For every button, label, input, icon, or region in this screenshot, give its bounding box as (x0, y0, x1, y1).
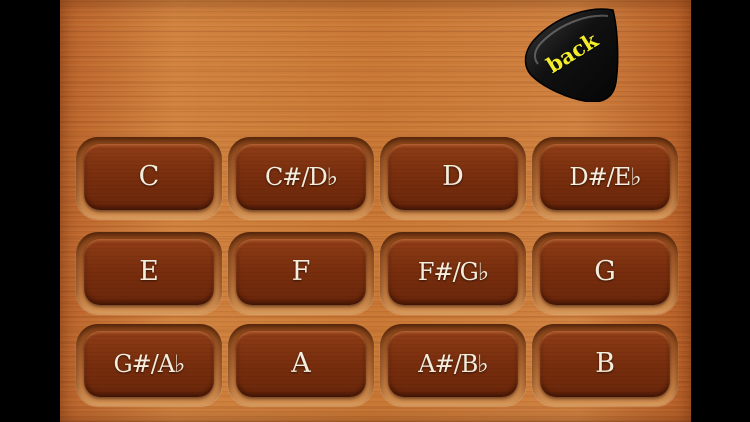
note-key-f-sharp-g-flat[interactable]: F#/G♭ (380, 232, 526, 314)
note-label: D (442, 161, 464, 192)
note-key-a[interactable]: A (228, 324, 374, 406)
wood-panel: back C C#/D♭ D D#/E♭ E F F#/G♭ G G#/A♭ A… (60, 0, 691, 422)
note-key-g[interactable]: G (532, 232, 678, 314)
note-label: A#/B♭ (418, 350, 488, 378)
note-key-g-sharp-a-flat[interactable]: G#/A♭ (76, 324, 222, 406)
note-key-e[interactable]: E (76, 232, 222, 314)
note-key-f[interactable]: F (228, 232, 374, 314)
note-label: G#/A♭ (113, 350, 185, 378)
key-cap: F#/G♭ (388, 239, 518, 305)
note-key-b[interactable]: B (532, 324, 678, 406)
note-label: C#/D♭ (264, 163, 338, 191)
note-label: F (291, 256, 311, 287)
key-cap: G#/A♭ (84, 331, 214, 397)
key-cap: D (388, 144, 518, 210)
note-label: A (291, 348, 311, 379)
key-cap: B (540, 331, 670, 397)
back-button[interactable]: back (520, 4, 620, 102)
key-cap: C (84, 144, 214, 210)
note-label: B (595, 348, 615, 379)
key-cap: C#/D♭ (236, 144, 366, 210)
note-label: D#/E♭ (569, 163, 641, 191)
key-cap: F (236, 239, 366, 305)
key-cap: D#/E♭ (540, 144, 670, 210)
note-key-d[interactable]: D (380, 137, 526, 219)
note-grid: C C#/D♭ D D#/E♭ E F F#/G♭ G G#/A♭ A A#/B… (76, 137, 678, 422)
game-screen: back C C#/D♭ D D#/E♭ E F F#/G♭ G G#/A♭ A… (0, 0, 750, 422)
note-key-c-sharp-d-flat[interactable]: C#/D♭ (228, 137, 374, 219)
note-label: E (139, 256, 159, 287)
key-cap: G (540, 239, 670, 305)
note-label: C (138, 161, 160, 192)
note-key-a-sharp-b-flat[interactable]: A#/B♭ (380, 324, 526, 406)
key-cap: E (84, 239, 214, 305)
note-key-d-sharp-e-flat[interactable]: D#/E♭ (532, 137, 678, 219)
note-key-c[interactable]: C (76, 137, 222, 219)
note-label: F#/G♭ (417, 258, 489, 286)
key-cap: A (236, 331, 366, 397)
key-cap: A#/B♭ (388, 331, 518, 397)
note-label: G (594, 256, 616, 287)
